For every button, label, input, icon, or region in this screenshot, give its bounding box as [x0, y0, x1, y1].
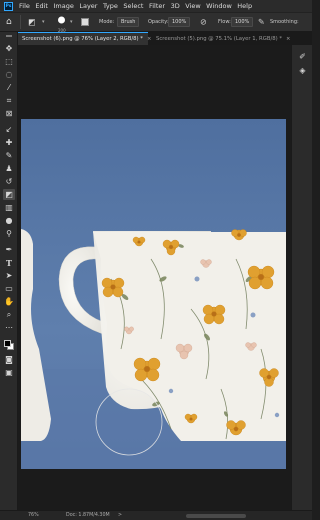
- opacity-field[interactable]: 100%: [168, 17, 191, 27]
- opacity-label: Opacity:: [148, 19, 169, 25]
- menu-window[interactable]: Window: [206, 2, 232, 10]
- menu-image[interactable]: Image: [53, 2, 73, 10]
- photoshop-window: Ps File Edit Image Layer Type Select Fil…: [0, 0, 312, 520]
- close-icon[interactable]: ×: [286, 36, 290, 42]
- lasso-icon[interactable]: ◌: [3, 69, 15, 80]
- flow-label: Flow:: [218, 19, 231, 25]
- divider: [20, 15, 21, 29]
- frame-icon[interactable]: ⊠: [3, 108, 15, 119]
- quick-mask-icon[interactable]: ◙: [3, 354, 15, 365]
- menu-layer[interactable]: Layer: [79, 2, 97, 10]
- history-brush-icon[interactable]: ↺: [3, 176, 15, 187]
- clone-stamp-icon[interactable]: ♟: [3, 163, 15, 174]
- tools-panel: ✥ ⬚ ◌ ⁄ ⌗ ⊠ ↙ ✚ ✎ ♟ ↺ ◩ ▥ ● ⚲ ✒ T ➤ ▭ ✋ …: [0, 32, 18, 510]
- marquee-icon[interactable]: ⬚: [3, 56, 15, 67]
- dodge-icon[interactable]: ⚲: [3, 228, 15, 239]
- type-icon[interactable]: T: [3, 257, 15, 268]
- canvas-area[interactable]: [18, 45, 307, 510]
- status-bar: 76% Doc: 1.87M/4.30M >: [0, 510, 312, 520]
- mode-label: Mode:: [99, 19, 115, 25]
- brush-preset-chevron-icon[interactable]: ▾: [70, 19, 73, 25]
- brush-preset-icon[interactable]: [58, 16, 65, 24]
- more-tools-icon[interactable]: ⋯: [3, 322, 15, 333]
- blur-icon[interactable]: ●: [3, 215, 15, 226]
- brush-panel-icon[interactable]: ✐: [297, 51, 308, 62]
- eraser-icon[interactable]: ◩: [3, 189, 15, 200]
- horizontal-scrollbar[interactable]: [186, 514, 246, 518]
- tab-screenshot-6[interactable]: Screenshot (6).png @ 76% (Layer 2, RGB/8…: [18, 32, 151, 45]
- pressure-opacity-icon[interactable]: ⊘: [200, 18, 207, 27]
- brush-settings-icon[interactable]: [81, 18, 89, 26]
- menu-bar: Ps File Edit Image Layer Type Select Fil…: [0, 0, 312, 12]
- mode-dropdown[interactable]: Brush: [117, 17, 140, 27]
- menu-select[interactable]: Select: [123, 2, 143, 10]
- foreground-color-swatch[interactable]: [4, 340, 11, 347]
- healing-icon[interactable]: ✚: [3, 137, 15, 148]
- tab-screenshot-5[interactable]: Screenshot (5).png @ 75.1% (Layer 1, RGB…: [152, 32, 302, 45]
- pen-icon[interactable]: ✒: [3, 244, 15, 255]
- document-size: Doc: 1.87M/4.30M: [66, 513, 110, 518]
- airbrush-icon[interactable]: ✎: [258, 18, 265, 27]
- tab-label: Screenshot (6).png @ 76% (Layer 2, RGB/8…: [22, 36, 143, 42]
- menu-type[interactable]: Type: [103, 2, 118, 10]
- flow-field[interactable]: 100%: [231, 17, 254, 27]
- gradient-icon[interactable]: ▥: [3, 202, 15, 213]
- move-icon[interactable]: ✥: [3, 43, 15, 54]
- crop-icon[interactable]: ⌗: [3, 95, 15, 106]
- smoothing-label: Smoothing:: [270, 19, 299, 25]
- home-icon[interactable]: ⌂: [6, 17, 12, 27]
- zoom-icon[interactable]: ⌕: [3, 309, 15, 320]
- tab-label: Screenshot (5).png @ 75.1% (Layer 1, RGB…: [156, 35, 283, 42]
- options-bar: ⌂ ◩ ▾ 200 ▾ Mode: Brush Opacity: 100% ⊘ …: [0, 12, 312, 33]
- menu-filter[interactable]: Filter: [149, 2, 165, 10]
- eraser-tool-icon[interactable]: ◩: [28, 18, 36, 27]
- shape-icon[interactable]: ▭: [3, 283, 15, 294]
- chevron-down-icon[interactable]: ▾: [42, 19, 45, 25]
- document-canvas[interactable]: [21, 119, 286, 469]
- menu-edit[interactable]: Edit: [35, 2, 48, 10]
- color-swatches[interactable]: [3, 337, 15, 351]
- magic-wand-icon[interactable]: ⁄: [3, 82, 15, 93]
- right-panel-dock: ✐ ◈: [291, 45, 312, 510]
- hand-icon[interactable]: ✋: [3, 296, 15, 307]
- close-icon[interactable]: ×: [147, 36, 151, 42]
- layers-panel-icon[interactable]: ◈: [297, 65, 308, 76]
- document-tabs: Screenshot (6).png @ 76% (Layer 2, RGB/8…: [18, 32, 312, 45]
- eyedropper-icon[interactable]: ↙: [3, 124, 15, 135]
- menu-file[interactable]: File: [19, 2, 30, 10]
- document-image: [21, 119, 286, 469]
- photoshop-logo: Ps: [4, 1, 13, 11]
- toolbar-grip[interactable]: [6, 35, 12, 37]
- menu-view[interactable]: View: [185, 2, 200, 10]
- path-select-icon[interactable]: ➤: [3, 270, 15, 281]
- zoom-level[interactable]: 76%: [28, 513, 39, 518]
- status-arrow-icon[interactable]: >: [118, 513, 122, 518]
- menu-help[interactable]: Help: [237, 2, 252, 10]
- brush-icon[interactable]: ✎: [3, 150, 15, 161]
- screen-mode-icon[interactable]: ▣: [3, 367, 15, 378]
- menu-3d[interactable]: 3D: [171, 2, 180, 10]
